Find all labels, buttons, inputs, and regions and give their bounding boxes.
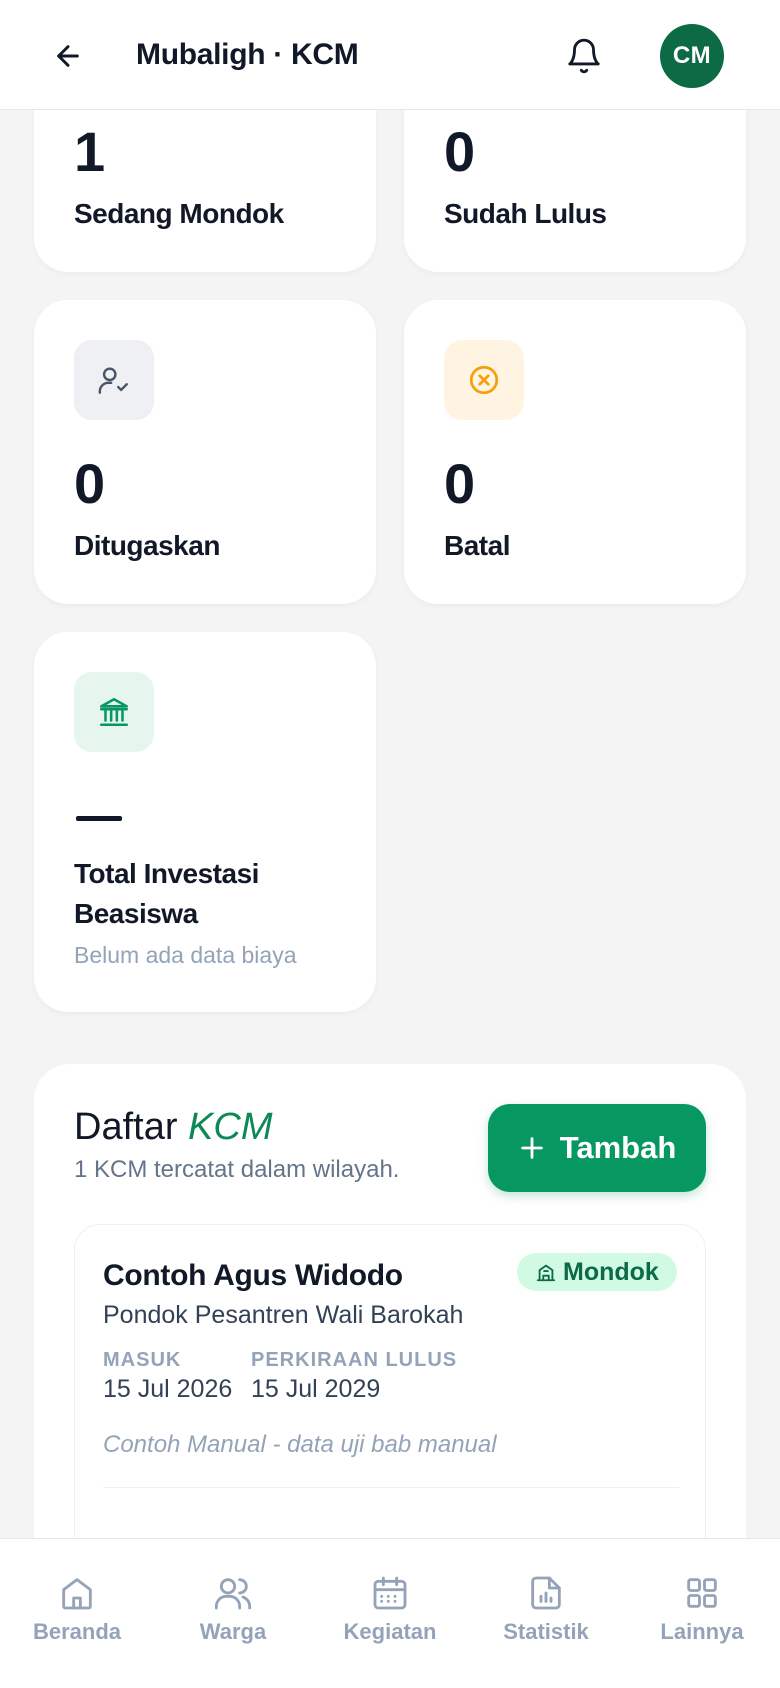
stat-label: Ditugaskan: [74, 530, 220, 561]
stat-label: Sedang Mondok: [74, 198, 284, 229]
lulus-label: PERKIRAAN LULUS: [251, 1349, 458, 1371]
nav-label: Beranda: [32, 1619, 122, 1644]
bottom-navigation: Beranda Warga Kegiatan Statistik Lainnya: [0, 1538, 780, 1688]
arrow-left-icon: [57, 45, 79, 67]
nav-label: Warga: [199, 1619, 267, 1644]
item-name: Contoh Agus Widodo: [103, 1259, 403, 1292]
stat-card-ditugaskan: 0 Ditugaskan: [34, 300, 376, 604]
stat-label-line1: Total Investasi: [74, 858, 259, 889]
calendar-icon: [373, 1576, 407, 1610]
add-button-label: Tambah: [559, 1130, 677, 1165]
stat-value: 0: [444, 452, 476, 515]
bank-icon: [99, 697, 129, 727]
stat-subtitle: Belum ada data biaya: [74, 942, 297, 968]
grid-icon: [687, 1578, 717, 1608]
bell-icon: [568, 38, 600, 74]
app-header: Mubaligh · KCM CM: [0, 0, 780, 110]
nav-label: Statistik: [503, 1619, 589, 1644]
x-circle-icon: [469, 365, 499, 395]
page-title: Mubaligh · KCM: [136, 38, 359, 71]
nav-item-kegiatan[interactable]: Kegiatan: [325, 1573, 455, 1663]
stat-value: 0: [74, 452, 106, 515]
nav-item-warga[interactable]: Warga: [168, 1573, 298, 1663]
item-note: Contoh Manual - data uji bab manual: [103, 1431, 497, 1458]
list-subtitle: 1 KCM tercatat dalam wilayah.: [74, 1156, 400, 1183]
status-badge-label: Mondok: [563, 1257, 659, 1286]
home-icon: [62, 1578, 92, 1610]
chart-file-icon: [531, 1576, 561, 1610]
notification-button[interactable]: [562, 34, 606, 78]
stat-value: 1: [74, 120, 106, 183]
stat-icon-box: [74, 340, 154, 420]
stat-icon-box: [444, 340, 524, 420]
masuk-value: 15 Jul 2026: [103, 1375, 233, 1403]
back-button[interactable]: [48, 36, 88, 76]
add-button[interactable]: Tambah: [488, 1104, 706, 1192]
stat-value: 0: [444, 120, 476, 183]
stat-card-investasi: — Total Investasi Beasiswa Belum ada dat…: [34, 632, 376, 1012]
empty-value-dash: [76, 816, 122, 821]
nav-item-beranda[interactable]: Beranda: [12, 1573, 142, 1663]
list-title: Daftar KCM: [74, 1106, 273, 1149]
masuk-label: MASUK: [103, 1349, 182, 1371]
plus-icon: [520, 1137, 543, 1159]
stat-card-batal: 0 Batal: [404, 300, 746, 604]
stat-label: Sudah Lulus: [444, 198, 607, 229]
nav-label: Lainnya: [660, 1619, 744, 1644]
nav-item-lainnya[interactable]: Lainnya: [637, 1573, 767, 1663]
list-title-accent: KCM: [188, 1106, 273, 1148]
list-title-prefix: Daftar: [74, 1106, 178, 1148]
stat-label: Batal: [444, 530, 510, 561]
nav-label: Kegiatan: [343, 1619, 437, 1644]
stat-label-line2: Beasiswa: [74, 898, 198, 929]
lulus-value: 15 Jul 2029: [251, 1375, 381, 1403]
nav-item-statistik[interactable]: Statistik: [481, 1573, 611, 1663]
stat-icon-box: [74, 672, 154, 752]
user-check-icon: [98, 367, 128, 394]
divider: [103, 1487, 679, 1488]
school-icon: [536, 1264, 556, 1282]
users-icon: [214, 1578, 252, 1610]
item-school: Pondok Pesantren Wali Barokah: [103, 1301, 464, 1329]
avatar[interactable]: CM: [660, 24, 724, 88]
status-badge: Mondok: [517, 1253, 677, 1291]
